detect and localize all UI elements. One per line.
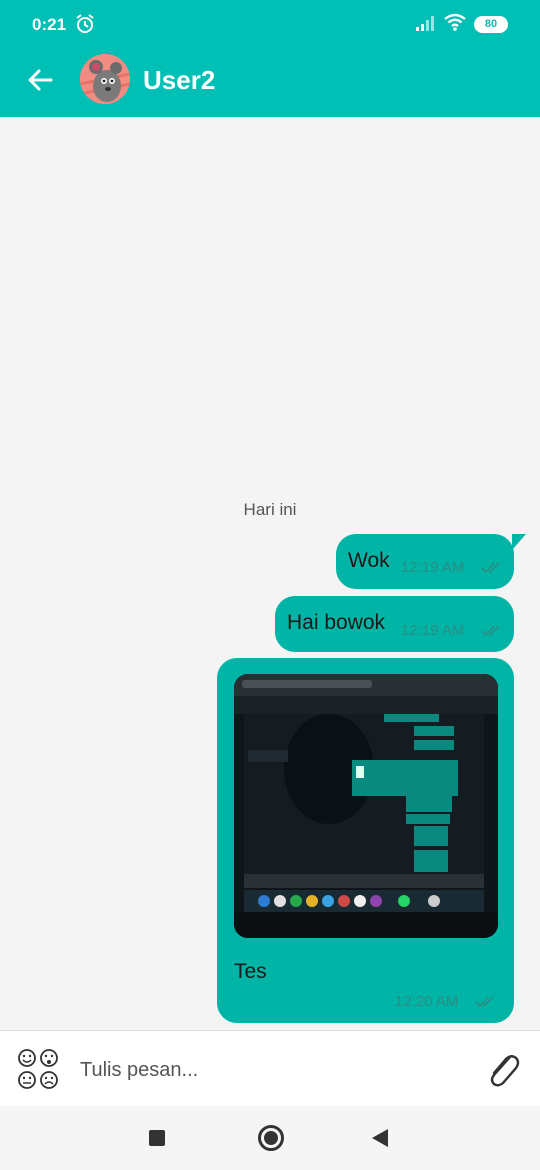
status-time: 0:21 [32, 15, 67, 34]
message-time: 12:19 AM [401, 559, 465, 576]
emoji-icon[interactable] [16, 1047, 60, 1091]
message-text: Tes [234, 960, 267, 983]
double-check-icon [481, 562, 500, 573]
message-time: 12:20 AM [395, 993, 459, 1010]
message-text: Wok [348, 549, 390, 572]
paperclip-icon[interactable] [484, 1049, 522, 1089]
avatar[interactable] [80, 54, 130, 104]
message-time: 12:19 AM [401, 622, 465, 639]
photo-thumbnail [234, 674, 498, 938]
system-nav-bar [0, 1106, 540, 1170]
wifi-icon [444, 13, 466, 31]
status-bar: 0:21 80 [0, 0, 540, 50]
message-bubble-outgoing[interactable]: Wok 12:19 AM [336, 534, 526, 589]
home-button[interactable] [258, 1125, 284, 1151]
double-check-icon [481, 625, 500, 636]
message-composer [0, 1030, 540, 1106]
message-bubble-outgoing-image[interactable]: Tes 12:20 AM [217, 658, 514, 1023]
message-input[interactable] [80, 1053, 460, 1087]
recents-button[interactable] [149, 1130, 165, 1146]
alarm-icon [76, 14, 94, 33]
message-text: Hai bowok [287, 611, 386, 634]
system-back-button[interactable] [372, 1129, 388, 1147]
chat-header: User2 [0, 50, 540, 117]
signal-icon [416, 16, 434, 31]
battery-icon: 80 [474, 16, 508, 33]
date-separator: Hari ini [243, 500, 297, 519]
image-attachment[interactable] [234, 674, 498, 938]
bubble-tail [512, 534, 526, 550]
back-arrow-icon[interactable] [24, 64, 56, 96]
double-check-icon [475, 996, 494, 1007]
cartoon-mouse-avatar-icon [80, 54, 130, 104]
contact-name[interactable]: User2 [143, 65, 215, 96]
chat-area[interactable]: Hari ini Wok 12:19 AM Hai bowok 12:19 AM [0, 117, 540, 1030]
message-bubble-outgoing[interactable]: Hai bowok 12:19 AM [275, 596, 514, 652]
